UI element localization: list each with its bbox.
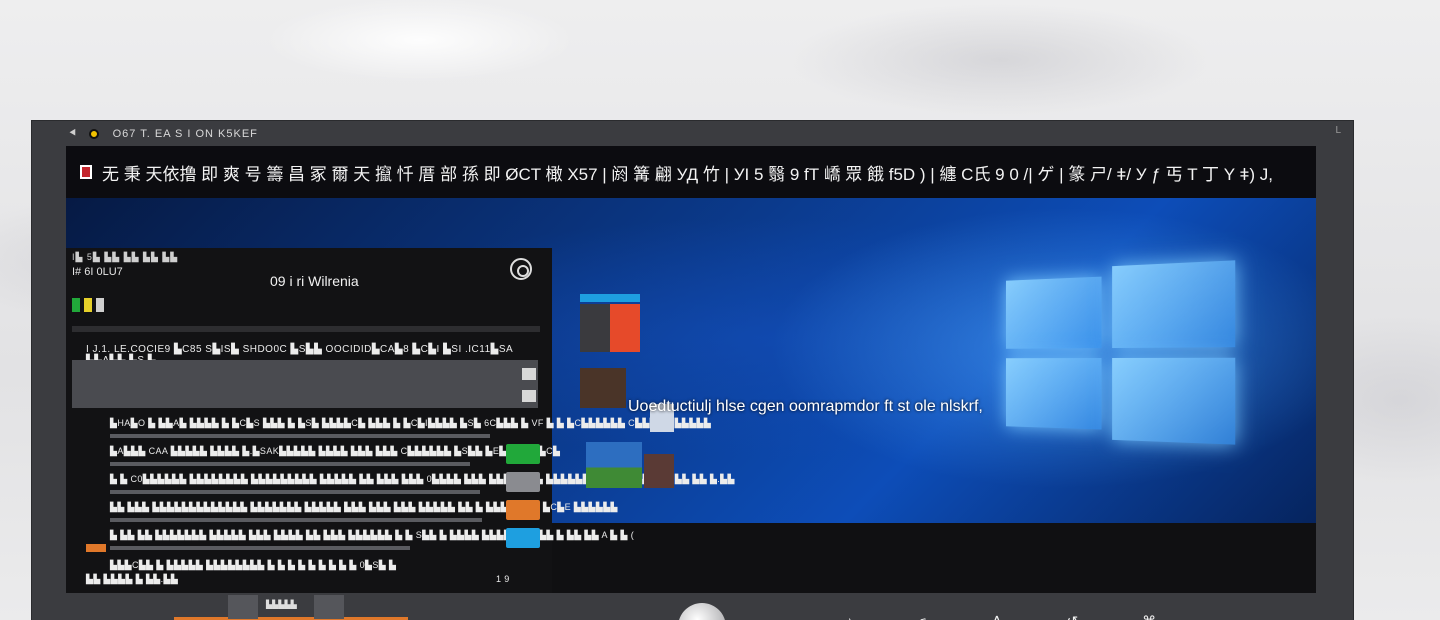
windows-logo-icon — [1005, 260, 1240, 454]
windows-logo-pane — [1005, 358, 1102, 430]
more-icon[interactable] — [522, 390, 536, 402]
list-item[interactable]: ▙▙ ▙▙▙ ▙▙▙▙▙▙▙▙▙▙▙▙▙ ▙▙▙▙▙▙▙ ▙▙▙▙▙ ▙▙▙ ▙… — [86, 500, 617, 524]
green-toggle-icon[interactable] — [506, 444, 540, 464]
orange-app-icon[interactable] — [506, 500, 540, 520]
back-icon[interactable]: ⯇ — [68, 126, 79, 141]
dock: ▙▙▙▙▙ ▬ ♪ ♫ ⋀ ↺ ⌘ — [32, 593, 1353, 620]
tile-icon[interactable] — [84, 298, 92, 312]
windows-logo-pane — [1112, 260, 1236, 349]
home-button[interactable] — [678, 603, 726, 620]
tile-icon[interactable] — [72, 298, 80, 312]
list-item[interactable]: ▙A▙▙▙ CAA ▙▙▙▙▙ ▙▙▙▙ ▙.▙SAK▙▙▙▙▙ ▙▙▙▙ ▙▙… — [86, 444, 560, 468]
headline-text: 无 秉 天依撸 即 爽 号 籌 昌 冢 爾 天 攛 忏 厝 部 孫 即 ØCT … — [102, 164, 1274, 184]
tile-icon[interactable] — [96, 298, 104, 312]
screen: 无 秉 天依撸 即 爽 号 籌 昌 冢 爾 天 攛 忏 厝 部 孫 即 ØCT … — [66, 146, 1316, 593]
windows-logo-pane — [1112, 357, 1236, 445]
thumbnail-bar — [580, 294, 640, 302]
headline-bar: 无 秉 天依撸 即 爽 号 籌 昌 冢 爾 天 攛 忏 厝 部 孫 即 ØCT … — [66, 146, 1316, 198]
windows-logo-pane — [1005, 276, 1102, 349]
thumbnail-image[interactable] — [644, 454, 674, 488]
dock-button[interactable] — [314, 595, 344, 619]
orange-badge — [86, 544, 106, 552]
dock-label: ▙▙▙▙▙ — [266, 600, 297, 609]
dock-icons[interactable]: ▬ ♪ ♫ ⋀ ↺ ⌘ — [768, 613, 1186, 620]
thumbnail-image[interactable] — [580, 368, 626, 408]
panel-footer: ▙▙ ▙▙▙▙ ▙ ▙▙.▙▙ 1 9 — [86, 574, 510, 584]
browser-icon[interactable] — [510, 258, 532, 280]
panel-title: 09 i ri Wilrenia — [270, 273, 359, 289]
app-logo-icon — [80, 165, 92, 179]
panel-subtitle: I# 6I 0LU7 — [72, 266, 123, 278]
thumbnail-image[interactable] — [586, 442, 642, 488]
settings-icon[interactable] — [506, 472, 540, 492]
selected-row-actions — [522, 368, 536, 402]
monitor-frame: ⯇ O67 T. EA S I ON K5KEF L 无 秉 天依撸 即 爽 号… — [31, 120, 1354, 620]
panel-divider — [72, 326, 540, 332]
panel-meta: I▙ 5▙ ▙▙ ▙▙ ▙▙ ▙▙ — [72, 252, 179, 262]
record-icon[interactable] — [88, 128, 99, 139]
list-item[interactable]: ▙ ▙▙ ▙▙ ▙▙▙▙▙▙▙ ▙▙▙▙▙ ▙▙▙ ▙▙▙▙ ▙▙ ▙▙▙ ▙▙… — [86, 528, 634, 552]
window-title: O67 T. EA S I ON K5KEF — [112, 127, 258, 140]
panel-tiles — [72, 298, 104, 312]
blue-app-icon[interactable] — [506, 528, 540, 548]
thumbnail-image[interactable] — [580, 304, 640, 352]
copy-icon[interactable] — [522, 368, 536, 380]
dock-button[interactable] — [228, 595, 258, 619]
selected-row[interactable] — [72, 360, 538, 408]
overlay-caption: Uoedtuctiulj hlse cgen oomrapmdor ft st … — [628, 398, 983, 415]
title-bar: ⯇ O67 T. EA S I ON K5KEF — [32, 121, 1353, 146]
list-item[interactable]: ▙ ▙ C0▙▙▙▙▙▙ ▙▙▙▙▙▙▙▙ ▙▙▙▙▙▙▙▙▙ ▙▙▙▙▙ ▙▙… — [86, 472, 734, 496]
list-item[interactable]: ▙HA▙O ▙ ▙▙A▙ ▙▙▙▙ ▙ ▙C▙S ▙▙▙ ▙ ▙S▙ ▙▙▙▙C… — [86, 418, 711, 440]
corner-mark-icon: L — [1335, 125, 1341, 136]
side-panel: I▙ 5▙ ▙▙ ▙▙ ▙▙ ▙▙ I# 6I 0LU7 09 i ri Wil… — [66, 248, 734, 593]
